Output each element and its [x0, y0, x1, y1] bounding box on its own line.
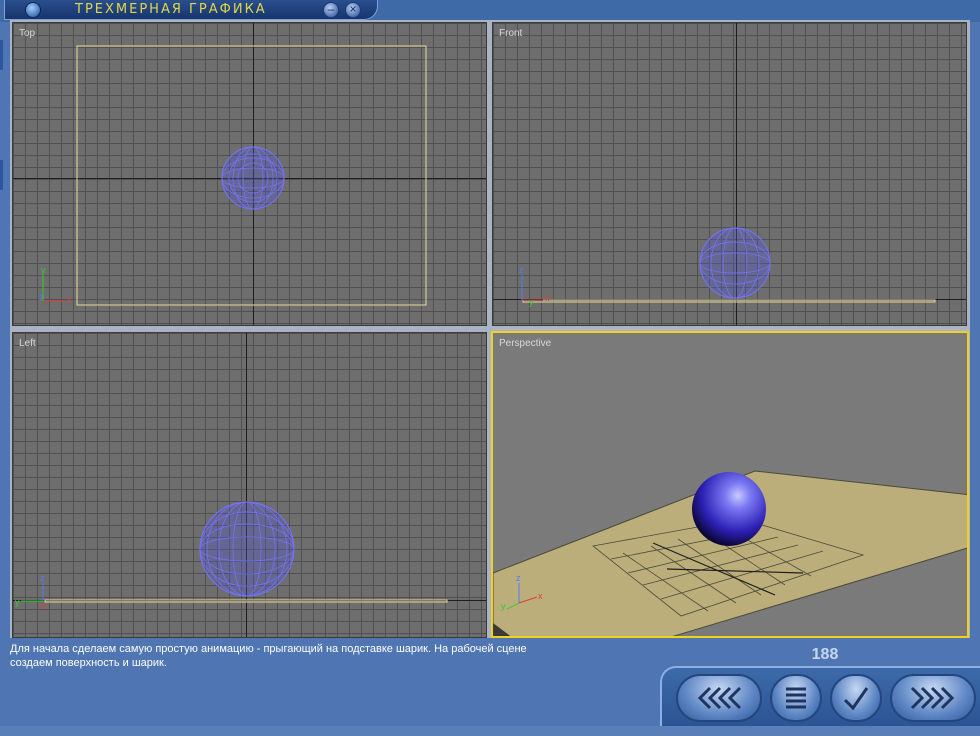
minimize-button[interactable]: –	[323, 2, 339, 18]
axis-x-label: x	[545, 293, 550, 303]
left-edge-accent	[0, 160, 3, 190]
sphere-wireframe[interactable]	[699, 227, 771, 299]
viewport-label-perspective: Perspective	[499, 338, 552, 349]
viewport-area: y x z Top z x y Front z y x Left z x y P…	[10, 20, 970, 638]
back-arrows-icon	[697, 686, 742, 710]
viewport-label-top: Top	[19, 28, 36, 39]
axis-tripod: y x z	[39, 265, 72, 304]
check-icon	[843, 687, 869, 711]
check-button[interactable]	[830, 674, 882, 722]
viewport-top[interactable]: y x z Top	[12, 22, 487, 326]
bottom-panel: Для начала сделаем самую простую анимаци…	[0, 638, 980, 726]
forward-button[interactable]	[890, 674, 976, 722]
sphere[interactable]	[692, 472, 766, 546]
axis-z-label: x	[41, 601, 46, 611]
title-tab: ТРЕХМЕРНАЯ ГРАФИКА – ×	[4, 0, 378, 20]
back-button[interactable]	[676, 674, 762, 722]
front-view-canvas: z x y	[519, 227, 936, 307]
sphere-wireframe[interactable]	[199, 501, 295, 597]
axis-z-label: z	[516, 573, 521, 583]
left-edge-accent	[0, 40, 3, 70]
list-icon	[786, 687, 806, 709]
axis-y-label: y	[41, 265, 46, 275]
lesson-caption: Для начала сделаем самую простую анимаци…	[10, 642, 650, 670]
axis-y-label: z	[519, 265, 524, 275]
viewport-label-front: Front	[499, 28, 523, 39]
axis-x-label: x	[67, 294, 72, 304]
viewport-front[interactable]: z x y Front	[492, 22, 967, 326]
title-bar: ТРЕХМЕРНАЯ ГРАФИКА – ×	[0, 0, 980, 22]
sphere-wireframe[interactable]	[221, 146, 285, 210]
axis-x-label: y	[15, 597, 20, 607]
axis-z-label: y	[529, 297, 534, 307]
axis-tripod: z y x	[15, 573, 46, 611]
viewport-label-left: Left	[19, 338, 36, 349]
left-view-canvas: z y x	[15, 501, 448, 611]
axis-x-label: x	[538, 591, 543, 601]
window-title: ТРЕХМЕРНАЯ ГРАФИКА	[75, 2, 267, 17]
page-number: 188	[811, 646, 839, 663]
axis-y-label: y	[501, 601, 506, 611]
perspective-canvas: z x y	[493, 470, 967, 636]
top-view-canvas: y x z	[39, 45, 427, 306]
axis-z-label: z	[39, 292, 44, 302]
axis-tripod: z x y	[519, 265, 550, 307]
plane-outline	[522, 299, 936, 303]
menu-button[interactable]	[770, 674, 822, 722]
app-icon[interactable]	[25, 2, 41, 18]
app-window: ТРЕХМЕРНАЯ ГРАФИКА – × y x z Top z x y F…	[0, 0, 980, 726]
close-button[interactable]: ×	[345, 2, 361, 18]
forward-arrows-icon	[910, 686, 955, 710]
caption-line-2: создаем поверхность и шарик.	[10, 657, 167, 669]
caption-line-1: Для начала сделаем самую простую анимаци…	[10, 643, 527, 655]
navigation-panel	[660, 666, 980, 726]
viewport-left[interactable]: z y x Left	[12, 332, 487, 638]
axis-y-label: z	[40, 573, 45, 583]
plane-outline	[44, 599, 448, 603]
viewport-perspective[interactable]: z x y Perspective	[491, 331, 969, 638]
